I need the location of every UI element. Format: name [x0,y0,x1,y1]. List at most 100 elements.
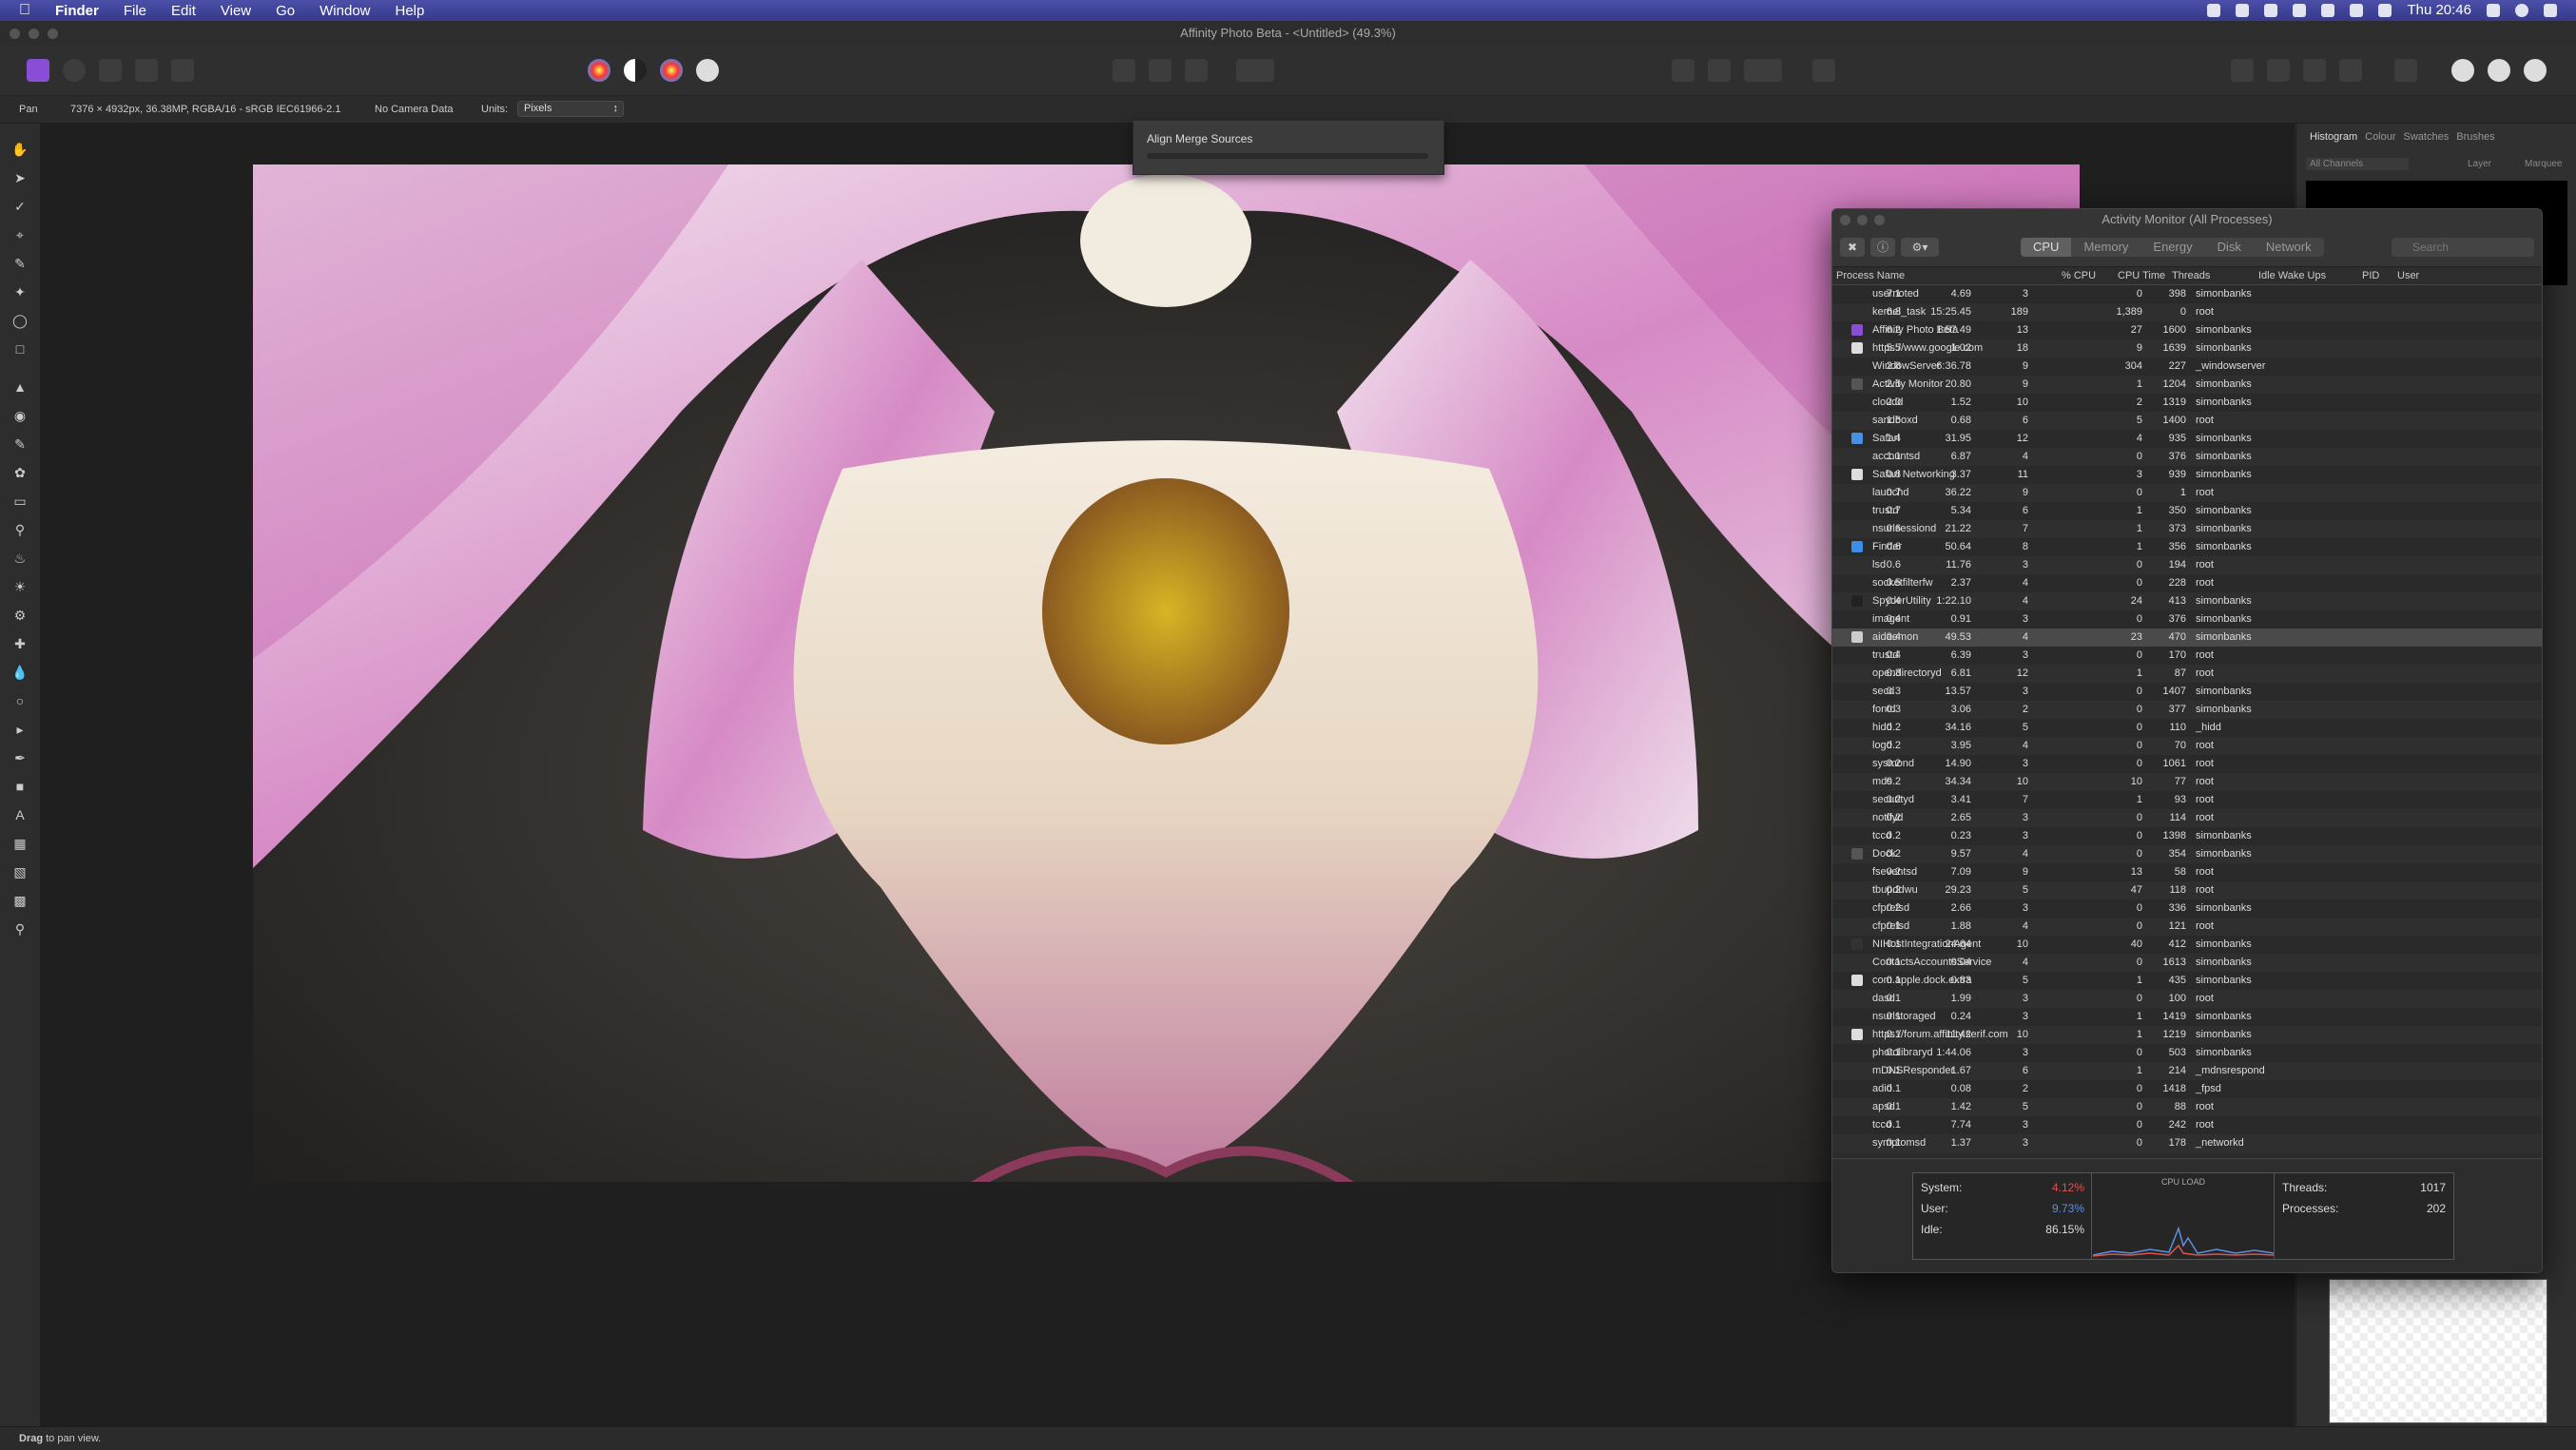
siri-icon[interactable] [2515,3,2528,17]
tab-colour[interactable]: Colour [2365,131,2395,143]
liquify-persona-button[interactable] [63,59,86,82]
stop-process-icon[interactable]: ✖ [1840,238,1865,257]
gear-icon[interactable]: ⚙▾ [1901,238,1939,257]
minimize-window-button[interactable] [29,29,39,39]
col-idle-wake-ups[interactable]: Idle Wake Ups [2258,270,2326,281]
snapping-grid-icon[interactable] [1672,59,1695,82]
zoom-tool-icon[interactable]: ⚲ [11,920,29,938]
table-row[interactable]: dasd 0.1 1.99 3 0 100 root [1832,990,2542,1008]
table-row[interactable]: https://forum.affinity.serif.com 0.1 11.42… [1832,1026,2542,1044]
table-row[interactable]: mDNSResponder 0.1 1.67 6 1 214 _mdnsrespond [1832,1062,2542,1080]
table-row[interactable]: aidaemon 0.4 49.53 4 23 470 simonbanks [1832,628,2542,647]
table-row[interactable]: Safari Networking 0.8 3.37 11 3 939 simonbanks [1832,466,2542,484]
table-row[interactable]: notifyd 0.2 2.65 3 0 114 root [1832,809,2542,827]
table-row[interactable]: usernoted 7.1 4.69 3 0 398 simonbanks [1832,285,2542,303]
table-row[interactable]: mds 0.2 34.34 10 10 77 root [1832,773,2542,791]
table-row[interactable]: fseventsd 0.2 7.09 9 13 58 root [1832,863,2542,881]
mesh-warp-icon[interactable]: ▦ [11,835,29,852]
studio-icon-3[interactable] [2524,59,2547,82]
col-process-name[interactable]: Process Name [1836,270,1905,281]
table-row[interactable]: tccd 0.1 7.74 3 0 242 root [1832,1116,2542,1134]
assistant-icon[interactable] [1812,59,1835,82]
marquee-checkbox-label[interactable]: Marquee [2525,159,2562,169]
table-row[interactable]: secd 0.3 13.57 3 0 1407 simonbanks [1832,683,2542,701]
colour-picker-tool-icon[interactable]: ✓ [11,198,29,215]
auto-white-balance-icon[interactable] [696,59,719,82]
table-row[interactable]: securityd 0.2 3.41 7 1 93 root [1832,791,2542,809]
clone-brush-icon[interactable]: ⚙ [11,607,29,624]
arrange-icon-4[interactable] [2339,59,2362,82]
table-row[interactable]: lsd 0.6 11.76 3 0 194 root [1832,556,2542,574]
paint-brush-icon[interactable]: ✎ [11,435,29,453]
tab-brushes[interactable]: Brushes [2456,131,2494,143]
menu-view[interactable]: View [221,3,251,19]
crop-tool-icon[interactable]: ⌖ [11,226,29,243]
am-search-input[interactable]: Search [2392,238,2534,257]
table-row[interactable]: kernel_task 6.8 15:25.45 189 1,389 0 root [1832,303,2542,321]
marquee-select-icon[interactable] [1113,59,1135,82]
align-icon[interactable] [2394,59,2417,82]
table-row[interactable]: trustd 0.4 6.39 3 0 170 root [1832,647,2542,665]
volume-icon[interactable] [2378,3,2392,17]
selection-brush-icon[interactable]: ✎ [11,255,29,272]
develop-persona-button[interactable] [99,59,122,82]
arrange-icon-1[interactable] [2231,59,2254,82]
dodge-brush-icon[interactable]: ⚲ [11,521,29,538]
quick-mask-dropdown[interactable] [1236,59,1274,82]
tab-swatches[interactable]: Swatches [2404,131,2450,143]
menu-help[interactable]: Help [396,3,425,19]
node-tool-icon[interactable]: ▸ [11,721,29,738]
arrange-icon-2[interactable] [2267,59,2290,82]
close-window-button[interactable] [10,29,20,39]
cloud-icon[interactable] [2264,3,2278,17]
share-icon[interactable] [171,59,194,82]
orchid-photo[interactable] [253,164,2080,1182]
table-row[interactable]: launchd 0.7 36.22 9 0 1 root [1832,484,2542,502]
marquee-tool-icon[interactable]: □ [11,340,29,358]
table-row[interactable]: sysmond 0.2 14.90 3 0 1061 root [1832,755,2542,773]
auto-contrast-icon[interactable] [624,59,647,82]
pen-tool-icon[interactable]: ✒ [11,749,29,766]
menu-clock[interactable]: Thu 20:46 [2407,2,2471,18]
table-row[interactable]: sandboxd 1.6 0.68 6 5 1400 root [1832,412,2542,430]
pan-tool-icon[interactable]: ✋ [11,141,29,158]
table-row[interactable]: tbupddwu 0.2 29.23 5 47 118 root [1832,881,2542,899]
auto-levels-icon[interactable] [588,59,610,82]
display-icon[interactable] [2293,3,2307,17]
blur-brush-icon[interactable]: 💧 [11,664,29,681]
photo-persona-button[interactable] [27,59,49,82]
table-row[interactable]: tccd 0.2 0.23 3 0 1398 simonbanks [1832,827,2542,845]
table-row[interactable]: hidd 0.2 34.16 5 0 110 _hidd [1832,719,2542,737]
table-row[interactable]: cfprefsd 0.2 2.66 3 0 336 simonbanks [1832,899,2542,918]
table-row[interactable]: SpyderUtility 0.4 1:22.10 4 24 413 simonbanks [1832,592,2542,610]
table-row[interactable]: nsurlstoraged 0.1 0.24 3 1 1419 simonbanks [1832,1008,2542,1026]
table-row[interactable]: adid 0.1 0.08 2 0 1418 _fpsd [1832,1080,2542,1098]
table-row[interactable]: photolibraryd 0.1 1:44.06 3 0 503 simonbanks [1832,1044,2542,1062]
menu-edit[interactable]: Edit [171,3,196,19]
col-threads[interactable]: Threads [2172,270,2210,281]
move-tool-icon[interactable]: ➤ [11,169,29,186]
table-row[interactable]: Activity Monitor 2.5 20.80 9 1 1204 simonbanks [1832,376,2542,394]
gradient-tool-icon[interactable]: ◉ [11,407,29,424]
table-row[interactable]: logd 0.2 3.95 4 0 70 root [1832,737,2542,755]
info-icon[interactable]: ⓘ [1870,238,1895,257]
zoom-window-button[interactable] [48,29,58,39]
table-row[interactable]: fontd 0.3 3.06 2 0 377 simonbanks [1832,701,2542,719]
table-row[interactable]: apsd 0.1 1.42 5 0 88 root [1832,1098,2542,1116]
table-row[interactable]: nsurlsessiond 0.6 21.22 7 1 373 simonbanks [1832,520,2542,538]
flood-select-icon[interactable]: ✦ [11,283,29,300]
freehand-select-icon[interactable]: ◯ [11,312,29,329]
tab-cpu[interactable]: CPU [2021,238,2072,257]
tonemap-persona-button[interactable] [135,59,158,82]
red-eye-icon[interactable]: ○ [11,692,29,709]
table-row[interactable]: socketfilterfw 0.5 2.37 4 0 228 root [1832,574,2542,592]
menu-file[interactable]: File [124,3,146,19]
text-tool-icon[interactable]: A [11,806,29,823]
burn-brush-icon[interactable]: ♨ [11,550,29,567]
table-row[interactable]: accountsd 1.1 6.87 4 0 376 simonbanks [1832,448,2542,466]
auto-colours-icon[interactable] [660,59,683,82]
table-row[interactable]: cfprefsd 0.1 1.88 4 0 121 root [1832,918,2542,936]
table-row[interactable]: cloudd 2.0 1.52 10 2 1319 simonbanks [1832,394,2542,412]
menu-app[interactable]: Finder [55,3,99,19]
col-cpu-time[interactable]: CPU Time [2118,270,2165,281]
